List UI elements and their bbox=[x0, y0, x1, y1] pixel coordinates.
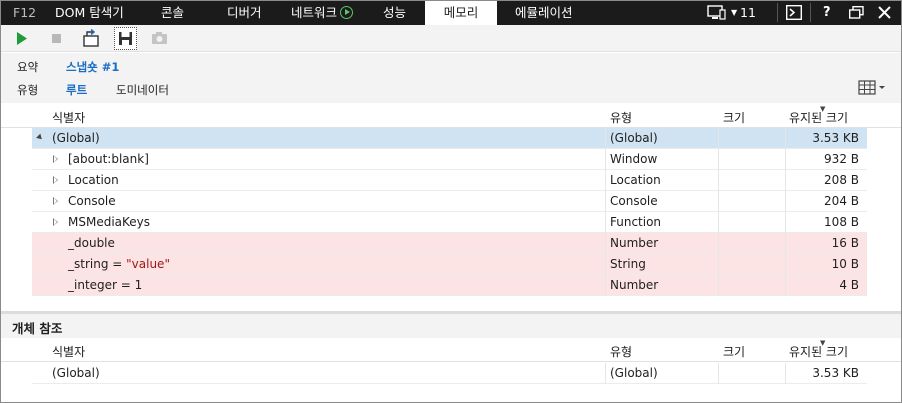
identifier-cell: (Global) bbox=[52, 366, 100, 380]
snapshot-link[interactable]: 스냅숏 #1 bbox=[66, 59, 119, 75]
identifier-cell: _double bbox=[68, 236, 115, 250]
column-size[interactable]: 크기 bbox=[723, 343, 745, 360]
undock-button[interactable] bbox=[849, 0, 865, 25]
stop-profiling-button[interactable] bbox=[45, 27, 68, 50]
tab-network[interactable]: 네트워크 bbox=[291, 0, 354, 25]
column-identifier[interactable]: 식별자 bbox=[52, 343, 85, 360]
retained-size-cell: 4 B bbox=[839, 278, 859, 292]
collapsed-arrow-icon[interactable] bbox=[53, 155, 58, 163]
table-row[interactable]: (Global) (Global) 3.53 KB bbox=[32, 128, 867, 149]
sort-descending-icon: ▼ bbox=[820, 339, 826, 347]
type-cell: (Global) bbox=[610, 131, 658, 145]
table-row[interactable]: (Global) (Global) 3.53 KB bbox=[32, 363, 867, 384]
object-references-title: 개체 참조 bbox=[12, 321, 63, 336]
divider bbox=[777, 3, 778, 22]
snapshot-navigation: 요약 스냅숏 #1 유형 루트 도미네이터 bbox=[0, 53, 902, 103]
type-cell: String bbox=[610, 257, 646, 271]
column-retained-size[interactable]: 유지된 크기 bbox=[789, 109, 848, 126]
start-profiling-button[interactable] bbox=[10, 27, 33, 50]
tab-memory[interactable]: 메모리 bbox=[425, 0, 497, 25]
identifier-name: _string = bbox=[68, 257, 127, 271]
collapsed-arrow-icon[interactable] bbox=[53, 197, 58, 205]
tab-console[interactable]: 콘솔 bbox=[161, 0, 184, 25]
type-cell: Number bbox=[610, 236, 659, 250]
type-cell: Location bbox=[610, 173, 661, 187]
camera-icon bbox=[152, 32, 167, 44]
import-snapshot-button[interactable] bbox=[80, 27, 103, 50]
view-options-button[interactable] bbox=[858, 80, 888, 96]
identifier-cell: _integer = 1 bbox=[68, 278, 143, 292]
identifier-cell: _string = "value" bbox=[68, 257, 170, 271]
identifier-cell: (Global) bbox=[52, 131, 100, 145]
retained-size-cell: 16 B bbox=[831, 236, 859, 250]
identifier-cell: Location bbox=[68, 173, 119, 187]
sort-descending-icon: ▼ bbox=[820, 105, 826, 113]
devtools-tab-bar: F12 DOM 탐색기 콘솔 디버거 네트워크 성능 메모리 에뮬레이션 ▼ 1… bbox=[0, 0, 902, 25]
tab-f12: F12 bbox=[13, 5, 37, 20]
type-cell: (Global) bbox=[610, 366, 658, 380]
summary-link[interactable]: 요약 bbox=[17, 59, 38, 75]
column-type[interactable]: 유형 bbox=[610, 109, 632, 126]
identifier-cell: MSMediaKeys bbox=[68, 215, 151, 229]
expanded-arrow-icon[interactable] bbox=[36, 133, 44, 142]
type-cell: Console bbox=[610, 194, 658, 208]
column-retained-size[interactable]: 유지된 크기 bbox=[789, 343, 848, 360]
retained-size-cell: 208 B bbox=[824, 173, 859, 187]
view-tab-roots[interactable]: 루트 bbox=[66, 82, 87, 98]
help-button[interactable]: ? bbox=[823, 0, 831, 25]
table-row[interactable]: _string = "value" String 10 B bbox=[32, 254, 867, 275]
table-icon bbox=[858, 80, 885, 95]
type-cell: Window bbox=[610, 152, 658, 166]
console-prompt-icon bbox=[786, 5, 802, 20]
retained-size-cell: 10 B bbox=[831, 257, 859, 271]
close-button[interactable] bbox=[878, 0, 892, 25]
table-row[interactable]: [about:blank] Window 932 B bbox=[32, 149, 867, 170]
table-row[interactable]: Location Location 208 B bbox=[32, 170, 867, 191]
play-icon bbox=[17, 32, 27, 45]
memory-toolbar bbox=[0, 25, 902, 52]
retained-size-cell: 932 B bbox=[824, 152, 859, 166]
object-references-header: 개체 참조 bbox=[0, 314, 902, 338]
tab-dom-explorer[interactable]: DOM 탐색기 bbox=[55, 0, 124, 25]
roots-grid-header: 식별자 유형 크기 유지된 크기 ▼ bbox=[0, 104, 902, 128]
stop-icon bbox=[52, 34, 61, 43]
type-cell: Function bbox=[610, 215, 662, 229]
record-status-icon bbox=[340, 6, 354, 19]
table-row[interactable]: _double Number 16 B bbox=[32, 233, 867, 254]
column-type[interactable]: 유형 bbox=[610, 343, 632, 360]
tab-network-label: 네트워크 bbox=[291, 5, 338, 20]
type-cell: Number bbox=[610, 278, 659, 292]
references-grid-header: 식별자 유형 크기 유지된 크기 ▼ bbox=[0, 338, 902, 362]
string-value: "value" bbox=[126, 257, 170, 271]
tab-emulation[interactable]: 에뮬레이션 bbox=[515, 0, 573, 25]
retained-size-cell: 204 B bbox=[824, 194, 859, 208]
identifier-cell: Console bbox=[68, 194, 116, 208]
retained-size-cell: 108 B bbox=[824, 215, 859, 229]
import-snapshot-icon bbox=[83, 28, 99, 47]
table-row[interactable]: MSMediaKeys Function 108 B bbox=[32, 212, 867, 233]
view-tab-dominators[interactable]: 도미네이터 bbox=[116, 82, 169, 98]
tab-debugger[interactable]: 디버거 bbox=[227, 0, 262, 25]
divider bbox=[810, 3, 811, 22]
column-identifier[interactable]: 식별자 bbox=[52, 109, 85, 126]
tab-performance[interactable]: 성능 bbox=[383, 0, 406, 25]
undock-icon bbox=[849, 6, 864, 19]
save-icon bbox=[119, 32, 132, 45]
collapsed-arrow-icon[interactable] bbox=[53, 218, 58, 226]
take-snapshot-button[interactable] bbox=[148, 27, 171, 50]
view-tab-types[interactable]: 유형 bbox=[17, 82, 38, 98]
console-toggle-button[interactable] bbox=[786, 0, 804, 25]
column-size[interactable]: 크기 bbox=[723, 109, 745, 126]
save-snapshot-button[interactable] bbox=[114, 27, 137, 50]
table-row[interactable]: Console Console 204 B bbox=[32, 191, 867, 212]
device-count: 11 bbox=[740, 5, 756, 20]
monitor-icon bbox=[707, 5, 726, 20]
table-row[interactable]: _integer = 1 Number 4 B bbox=[32, 275, 867, 296]
retained-size-cell: 3.53 KB bbox=[812, 131, 859, 145]
close-icon bbox=[878, 6, 891, 19]
identifier-cell: [about:blank] bbox=[68, 152, 149, 166]
chevron-down-icon: ▼ bbox=[731, 8, 738, 17]
collapsed-arrow-icon[interactable] bbox=[53, 176, 58, 184]
retained-size-cell: 3.53 KB bbox=[812, 366, 859, 380]
